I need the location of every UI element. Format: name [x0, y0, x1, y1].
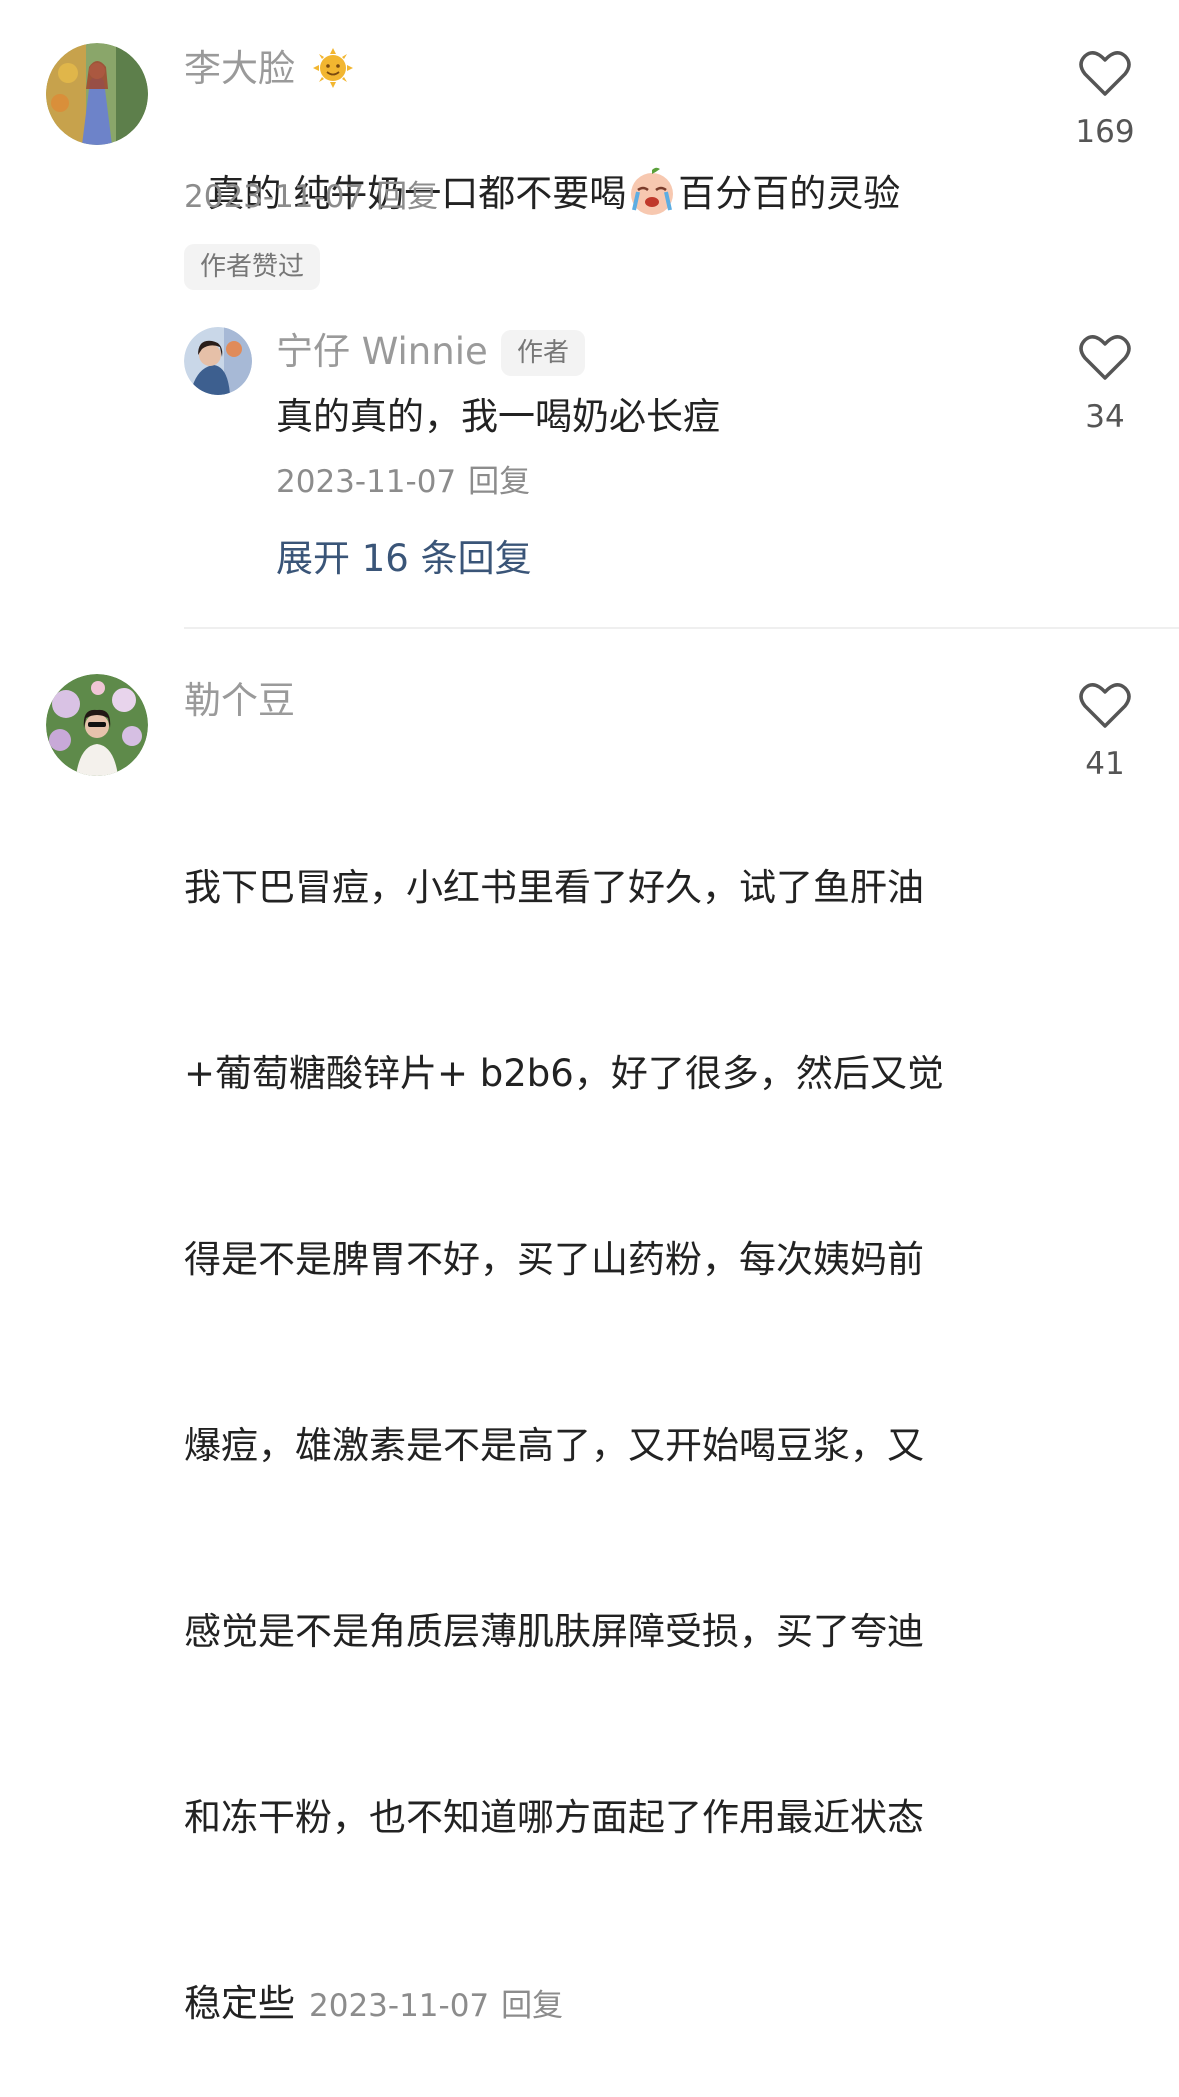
reply-meta: 2023-11-07 回复 [276, 462, 530, 502]
reply-button[interactable]: 回复 [376, 179, 438, 215]
comment-date: 2023-11-07 [184, 179, 365, 215]
crying-face-icon [631, 167, 674, 215]
username-text[interactable]: 勒个豆 [184, 679, 295, 722]
content-line: 得是不是脾胃不好，买了山药粉，每次姨妈前 [184, 1238, 924, 1281]
reply-username[interactable]: 宁仔 Winnie [276, 329, 488, 375]
author-liked-badge: 作者赞过 [184, 244, 321, 290]
content-text: 稳定些 [184, 1982, 295, 2025]
comment-username[interactable]: 勒个豆 [184, 678, 295, 724]
heart-icon[interactable] [1079, 681, 1131, 729]
expand-replies-link[interactable]: 展开 16 条回复 [276, 535, 532, 583]
author-badge: 作者 [501, 330, 586, 376]
sun-face-icon [312, 47, 353, 88]
heart-icon[interactable] [1079, 49, 1131, 97]
reply-button[interactable]: 回复 [501, 1988, 563, 2024]
like-count: 169 [1075, 114, 1135, 150]
avatar[interactable] [46, 43, 148, 145]
avatar[interactable] [46, 674, 148, 776]
reply-content: 真的真的，我一喝奶必长痘 [276, 395, 720, 438]
comment-username[interactable]: 李大脸 [184, 46, 353, 92]
content-line: 我下巴冒痘，小红书里看了好久，试了鱼肝油 [184, 866, 924, 909]
username-text[interactable]: 李大脸 [184, 47, 295, 90]
comment-content: 我下巴冒痘，小红书里看了好久，试了鱼肝油 +葡萄糖酸锌片+ b2b6，好了很多，… [184, 733, 944, 2097]
comment-meta: 2023-11-07 回复 [184, 177, 438, 217]
reply-button[interactable]: 回复 [468, 464, 530, 500]
divider [184, 627, 1179, 629]
content-line: 和冻干粉，也不知道哪方面起了作用最近状态 [184, 1796, 924, 1839]
like-count: 41 [1085, 746, 1125, 782]
username-text[interactable]: 宁仔 Winnie [276, 330, 488, 373]
like-count: 34 [1085, 399, 1125, 435]
content-text: 百分百的灵验 [678, 172, 901, 215]
comment-date: 2023-11-07 [309, 1988, 490, 2024]
comment-meta: 2023-11-07 回复 [309, 1988, 563, 2024]
content-line: 感觉是不是角质层薄肌肤屏障受损，买了夸迪 [184, 1610, 924, 1653]
heart-icon[interactable] [1079, 333, 1131, 381]
content-last-line: 稳定些 2023-11-07 回复 [184, 1973, 944, 2035]
avatar[interactable] [184, 327, 252, 395]
content-line: +葡萄糖酸锌片+ b2b6，好了很多，然后又觉 [184, 1052, 944, 1095]
content-line: 爆痘，雄激素是不是高了，又开始喝豆浆，又 [184, 1424, 924, 1467]
reply-date: 2023-11-07 [276, 464, 457, 500]
